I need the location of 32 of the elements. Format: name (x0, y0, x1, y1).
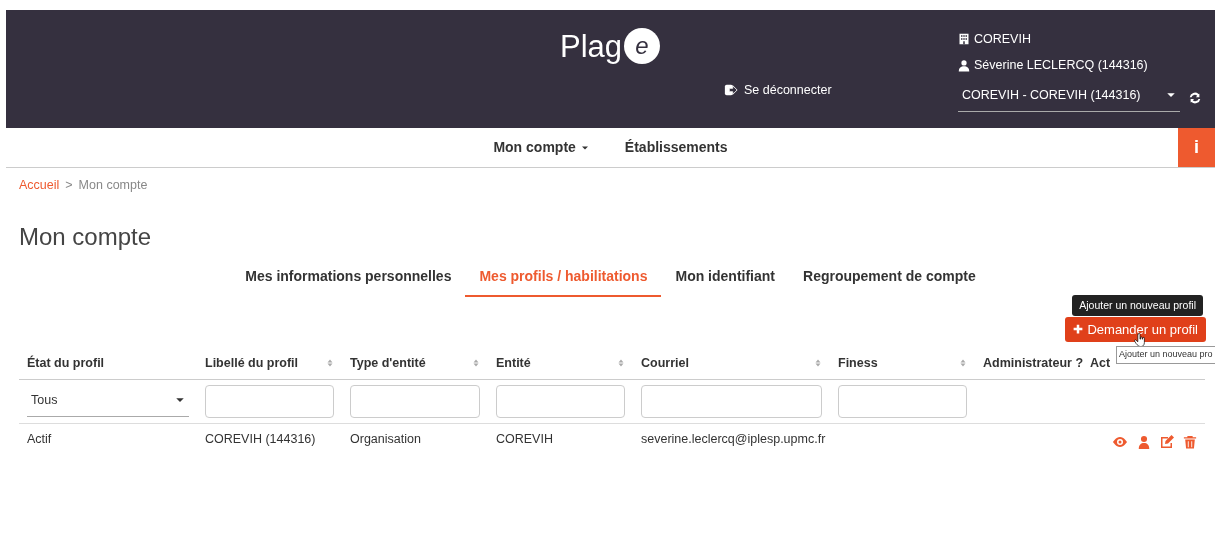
page-title: Mon compte (19, 222, 153, 252)
logo-badge: e (624, 28, 661, 64)
table-cell: COREVIH (144316) (205, 431, 316, 446)
breadcrumb-link[interactable]: Accueil (19, 176, 60, 195)
column-header: État du profil (27, 354, 105, 373)
breadcrumb-current: Mon compte (78, 177, 148, 194)
nav-link[interactable]: Mon compte (493, 137, 589, 158)
column-header: Entité (496, 355, 531, 373)
column-header: Courriel (641, 355, 689, 373)
user-name: Séverine LECLERCQ (144316) (974, 56, 1148, 74)
account-select[interactable]: COREVIH - COREVIH (144316) (958, 82, 1180, 112)
tab[interactable]: Mes informations personnelles (231, 259, 466, 297)
tooltip: Ajouter un nouveau profil (1072, 294, 1203, 317)
tooltip: Ajouter un nouveau pro (1116, 346, 1215, 364)
column-header: Finess (838, 355, 878, 373)
organization-name: COREVIH (974, 31, 1031, 48)
table-cell: severine.leclercq@iplesp.upmc.fr (641, 431, 826, 446)
tab[interactable]: Mon identifiant (661, 259, 789, 297)
request-profile-button[interactable]: Demander un profil (1065, 316, 1206, 343)
logo-text: Plag (560, 30, 623, 62)
table-cell: COREVIH (496, 431, 553, 446)
column-header: Libellé du profil (205, 355, 299, 373)
column-header: Act (1090, 355, 1111, 373)
table-cell: Organisation (350, 431, 421, 446)
column-header: Administrateur ? (983, 355, 1083, 373)
breadcrumb-separator: > (65, 177, 73, 194)
table-cell: Actif (27, 431, 52, 446)
status-filter[interactable]: Tous (27, 384, 189, 417)
logout-link[interactable]: Se déconnecter (724, 81, 832, 100)
nav-link[interactable]: Établissements (624, 137, 728, 158)
tab[interactable]: Regroupement de compte (789, 259, 990, 297)
column-header: Type d'entité (350, 355, 426, 373)
